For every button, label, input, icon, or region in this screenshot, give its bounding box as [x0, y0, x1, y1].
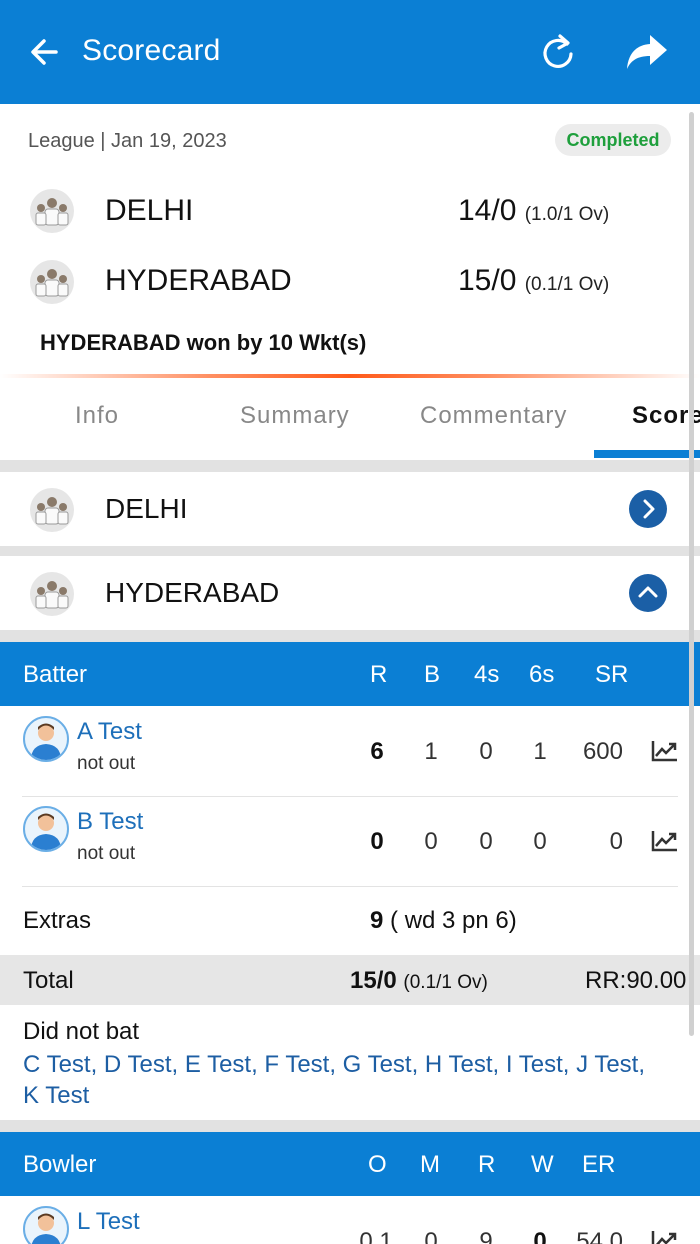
team-score: 14/0 (1.0/1 Ov) — [458, 194, 609, 228]
trend-chart-icon[interactable] — [651, 829, 679, 853]
extras-label: Extras — [23, 907, 92, 934]
back-arrow-icon[interactable] — [26, 30, 66, 74]
batter-name[interactable]: A Test — [77, 718, 142, 746]
dismissal-status: not out — [77, 753, 136, 774]
innings-team-name: HYDERABAD — [105, 577, 280, 608]
total-score-value: 15/0 — [350, 967, 397, 994]
col-fours: 4s — [474, 661, 500, 688]
col-maidens: M — [420, 1151, 440, 1178]
col-batter: Batter — [23, 661, 88, 688]
batter-strike-rate: 0 — [609, 828, 623, 855]
batter-fours: 0 — [479, 738, 493, 765]
section-gap — [0, 1120, 700, 1132]
row-divider — [22, 886, 678, 887]
batter-runs: 6 — [370, 738, 384, 765]
expand-button[interactable] — [629, 490, 667, 528]
match-meta: League | Jan 19, 2023 — [28, 130, 227, 152]
section-gap — [0, 460, 700, 472]
batter-name[interactable]: B Test — [77, 808, 143, 836]
total-overs: (0.1/1 Ov) — [403, 972, 488, 993]
chevron-right-icon — [643, 499, 655, 519]
chevron-up-icon — [638, 586, 658, 598]
col-runs-conceded: R — [478, 1151, 496, 1178]
extras-value: 9 ( wd 3 pn 6) — [370, 907, 517, 935]
bowler-economy: 54.0 — [576, 1228, 623, 1244]
innings-row-delhi[interactable]: DELHI — [0, 472, 700, 546]
col-overs: O — [368, 1151, 387, 1178]
total-label: Total — [23, 967, 74, 994]
score-value: 15/0 — [458, 264, 517, 297]
col-runs: R — [370, 661, 388, 688]
player-icon — [31, 723, 61, 760]
team-avatar — [30, 488, 74, 532]
batter-balls: 1 — [424, 738, 438, 765]
total-row: Total 15/0 (0.1/1 Ov) RR:90.00 — [0, 955, 700, 1005]
col-economy: ER — [582, 1151, 616, 1178]
col-wickets: W — [531, 1151, 554, 1178]
player-icon — [31, 1213, 61, 1244]
score-value: 14/0 — [458, 194, 517, 227]
app-bar: Scorecard — [0, 0, 700, 104]
row-divider — [22, 796, 678, 797]
team-avatar — [30, 260, 74, 304]
overs-value: (0.1/1 Ov) — [524, 274, 610, 295]
team-group-icon — [35, 581, 69, 609]
bowler-name[interactable]: L Test — [77, 1208, 140, 1236]
refresh-icon[interactable] — [536, 30, 580, 74]
overs-value: (1.0/1 Ov) — [524, 204, 610, 225]
col-strike-rate: SR — [595, 661, 629, 688]
total-score: 15/0 (0.1/1 Ov) — [350, 967, 488, 995]
bowler-overs: 0.1 — [359, 1228, 393, 1244]
tab-bar: Info Summary Commentary Score — [0, 378, 700, 460]
team-avatar — [30, 572, 74, 616]
team-name: DELHI — [105, 194, 194, 227]
match-result: HYDERABAD won by 10 Wkt(s) — [40, 330, 367, 355]
player-avatar — [23, 806, 69, 852]
status-badge: Completed — [555, 124, 671, 156]
bowler-runs: 9 — [479, 1228, 493, 1244]
player-avatar — [23, 716, 69, 762]
scrollbar[interactable] — [689, 112, 694, 1036]
batter-fours: 0 — [479, 828, 493, 855]
collapse-button[interactable] — [629, 574, 667, 612]
col-balls: B — [424, 661, 441, 688]
tab-info[interactable]: Info — [75, 402, 119, 430]
team-score: 15/0 (0.1/1 Ov) — [458, 264, 609, 298]
innings-team-name: DELHI — [105, 493, 188, 524]
bowler-maidens: 0 — [424, 1228, 438, 1244]
trend-chart-icon[interactable] — [651, 1229, 679, 1244]
active-tab-indicator — [594, 450, 700, 458]
section-gap — [0, 546, 700, 556]
team-group-icon — [35, 269, 69, 297]
trend-chart-icon[interactable] — [651, 739, 679, 763]
team-avatar — [30, 189, 74, 233]
page-title: Scorecard — [82, 34, 221, 67]
col-bowler: Bowler — [23, 1151, 97, 1178]
batter-strike-rate: 600 — [582, 738, 623, 765]
tab-commentary[interactable]: Commentary — [420, 402, 567, 430]
team-name: HYDERABAD — [105, 264, 292, 297]
bowling-header: Bowler O M R W ER — [0, 1132, 700, 1196]
dismissal-status: not out — [77, 843, 136, 864]
did-not-bat-list[interactable]: C Test, D Test, E Test, F Test, G Test, … — [23, 1049, 663, 1111]
team-group-icon — [35, 497, 69, 525]
extras-detail: ( wd 3 pn 6) — [383, 907, 517, 934]
player-icon — [31, 813, 61, 850]
player-avatar — [23, 1206, 69, 1244]
col-sixes: 6s — [529, 661, 555, 688]
batter-balls: 0 — [424, 828, 438, 855]
batter-runs: 0 — [370, 828, 384, 855]
did-not-bat-label: Did not bat — [23, 1018, 140, 1045]
run-rate: RR:90.00 — [585, 967, 687, 994]
innings-row-hyderabad[interactable]: HYDERABAD — [0, 556, 700, 630]
team-group-icon — [35, 198, 69, 226]
tab-summary[interactable]: Summary — [240, 402, 350, 430]
extras-total: 9 — [370, 907, 384, 934]
batting-header: Batter R B 4s 6s SR — [0, 642, 700, 706]
share-icon[interactable] — [624, 30, 670, 74]
section-gap — [0, 630, 700, 642]
